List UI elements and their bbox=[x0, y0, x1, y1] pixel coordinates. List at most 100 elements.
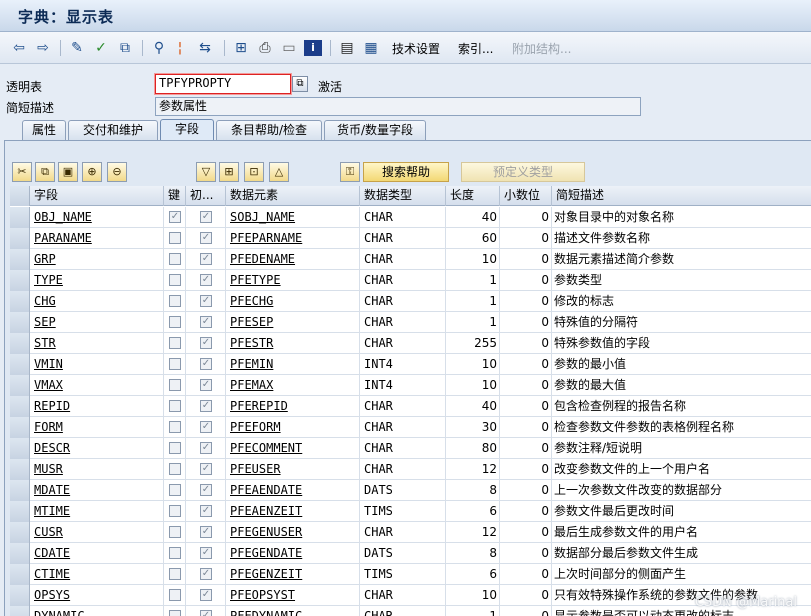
field-name-cell[interactable]: GRP bbox=[30, 249, 164, 270]
initial-value-checkbox[interactable]: ✓ bbox=[200, 379, 212, 391]
initial-value-checkbox[interactable]: ✓ bbox=[200, 547, 212, 559]
sort-icon[interactable]: △ bbox=[269, 162, 289, 182]
row-selector[interactable] bbox=[10, 480, 30, 501]
row-selector[interactable] bbox=[10, 543, 30, 564]
display-icon[interactable]: ▭ bbox=[280, 39, 298, 57]
key-checkbox[interactable] bbox=[169, 274, 181, 286]
row-selector[interactable] bbox=[10, 354, 30, 375]
field-name-cell[interactable]: FORM bbox=[30, 417, 164, 438]
row-selector[interactable] bbox=[10, 585, 30, 606]
field-name-cell[interactable]: SEP bbox=[30, 312, 164, 333]
key-checkbox[interactable] bbox=[169, 547, 181, 559]
row-selector[interactable] bbox=[10, 207, 30, 228]
table-row[interactable]: TYPE ✓ PFETYPE CHAR 1 0 参数类型 bbox=[10, 270, 811, 291]
column-header-short-description[interactable]: 简短描述 bbox=[552, 186, 811, 206]
field-name-cell[interactable]: OPSYS bbox=[30, 585, 164, 606]
filter-icon[interactable]: ▽ bbox=[196, 162, 216, 182]
technical-settings-button[interactable]: 技术设置 bbox=[392, 40, 440, 57]
initial-value-checkbox[interactable]: ✓ bbox=[200, 463, 212, 475]
key-checkbox[interactable] bbox=[169, 589, 181, 601]
row-selector[interactable] bbox=[10, 291, 30, 312]
key-checkbox[interactable] bbox=[169, 442, 181, 454]
row-selector[interactable] bbox=[10, 396, 30, 417]
initial-value-checkbox[interactable]: ✓ bbox=[200, 505, 212, 517]
column-header-key[interactable]: 键 bbox=[164, 186, 186, 206]
column-header-data-element[interactable]: 数据元素 bbox=[226, 186, 360, 206]
data-element-cell[interactable]: PFESEP bbox=[226, 312, 360, 333]
field-name-cell[interactable]: CTIME bbox=[30, 564, 164, 585]
column-header-initial[interactable]: 初... bbox=[186, 186, 226, 206]
initial-value-checkbox[interactable]: ✓ bbox=[200, 610, 212, 616]
indexes-icon[interactable]: ▤ bbox=[338, 39, 356, 57]
tab-currency-quantity-fields[interactable]: 货币/数量字段 bbox=[324, 120, 426, 140]
field-name-cell[interactable]: STR bbox=[30, 333, 164, 354]
table-row[interactable]: VMAX ✓ PFEMAX INT4 10 0 参数的最大值 bbox=[10, 375, 811, 396]
back-icon[interactable]: ⇦ bbox=[10, 39, 28, 57]
table-row[interactable]: OPSYS ✓ PFEOPSYST CHAR 10 0 只有效特殊操作系统的参数文件的参数 bbox=[10, 585, 811, 606]
row-selector[interactable] bbox=[10, 606, 30, 616]
table-row[interactable]: CHG ✓ PFECHG CHAR 1 0 修改的标志 bbox=[10, 291, 811, 312]
data-element-cell[interactable]: PFEDYNAMIC bbox=[226, 606, 360, 616]
hierarchy-icon[interactable]: ⊞ bbox=[232, 39, 250, 57]
table-contents-icon[interactable]: ▦ bbox=[362, 39, 380, 57]
data-element-cell[interactable]: SOBJ_NAME bbox=[226, 207, 360, 228]
initial-value-checkbox[interactable]: ✓ bbox=[200, 358, 212, 370]
field-name-cell[interactable]: DYNAMIC bbox=[30, 606, 164, 616]
initial-value-checkbox[interactable]: ✓ bbox=[200, 400, 212, 412]
data-element-cell[interactable]: PFEFORM bbox=[226, 417, 360, 438]
initial-value-checkbox[interactable]: ✓ bbox=[200, 274, 212, 286]
data-element-cell[interactable]: PFEAENDATE bbox=[226, 480, 360, 501]
field-name-cell[interactable]: VMAX bbox=[30, 375, 164, 396]
key-checkbox[interactable] bbox=[169, 379, 181, 391]
field-name-cell[interactable]: TYPE bbox=[30, 270, 164, 291]
table-row[interactable]: DESCR ✓ PFECOMMENT CHAR 80 0 参数注释/短说明 bbox=[10, 438, 811, 459]
key-checkbox[interactable] bbox=[169, 358, 181, 370]
field-name-cell[interactable]: DESCR bbox=[30, 438, 164, 459]
key-icon[interactable]: ⚿ bbox=[340, 162, 360, 182]
key-checkbox[interactable]: ✓ bbox=[169, 211, 181, 223]
data-element-cell[interactable]: PFEOPSYST bbox=[226, 585, 360, 606]
field-name-cell[interactable]: CUSR bbox=[30, 522, 164, 543]
activate-icon[interactable]: ⧉ bbox=[116, 39, 134, 57]
insert-structure-icon[interactable]: ⊞ bbox=[219, 162, 239, 182]
column-header-data-type[interactable]: 数据类型 bbox=[360, 186, 446, 206]
data-element-cell[interactable]: PFEDENAME bbox=[226, 249, 360, 270]
data-element-cell[interactable]: PFECOMMENT bbox=[226, 438, 360, 459]
initial-value-checkbox[interactable]: ✓ bbox=[200, 253, 212, 265]
info-icon[interactable]: i bbox=[304, 40, 322, 56]
field-name-cell[interactable]: PARANAME bbox=[30, 228, 164, 249]
cut-icon[interactable]: ✂ bbox=[12, 162, 32, 182]
table-row[interactable]: PARANAME ✓ PFEPARNAME CHAR 60 0 描述文件参数名称 bbox=[10, 228, 811, 249]
position-icon[interactable]: ¦ bbox=[174, 39, 186, 57]
key-checkbox[interactable] bbox=[169, 232, 181, 244]
data-element-cell[interactable]: PFEGENUSER bbox=[226, 522, 360, 543]
row-selector[interactable] bbox=[10, 312, 30, 333]
key-checkbox[interactable] bbox=[169, 421, 181, 433]
table-row[interactable]: FORM ✓ PFEFORM CHAR 30 0 检查参数文件参数的表格例程名称 bbox=[10, 417, 811, 438]
initial-value-checkbox[interactable]: ✓ bbox=[200, 421, 212, 433]
field-name-cell[interactable]: CDATE bbox=[30, 543, 164, 564]
table-row[interactable]: MUSR ✓ PFEUSER CHAR 12 0 改变参数文件的上一个用户名 bbox=[10, 459, 811, 480]
row-selector[interactable] bbox=[10, 522, 30, 543]
table-row[interactable]: OBJ_NAME ✓ ✓ SOBJ_NAME CHAR 40 0 对象目录中的对象名称 bbox=[10, 207, 811, 228]
row-selector[interactable] bbox=[10, 375, 30, 396]
copy-row-icon[interactable]: ⧉ bbox=[35, 162, 55, 182]
initial-value-checkbox[interactable]: ✓ bbox=[200, 232, 212, 244]
row-selector[interactable] bbox=[10, 501, 30, 522]
row-selector[interactable] bbox=[10, 564, 30, 585]
table-row[interactable]: CUSR ✓ PFEGENUSER CHAR 12 0 最后生成参数文件的用户名 bbox=[10, 522, 811, 543]
row-selector[interactable] bbox=[10, 417, 30, 438]
initial-value-checkbox[interactable]: ✓ bbox=[200, 589, 212, 601]
row-selector[interactable] bbox=[10, 459, 30, 480]
initial-value-checkbox[interactable]: ✓ bbox=[200, 526, 212, 538]
initial-value-checkbox[interactable]: ✓ bbox=[200, 295, 212, 307]
data-element-cell[interactable]: PFESTR bbox=[226, 333, 360, 354]
table-row[interactable]: CDATE ✓ PFEGENDATE DATS 8 0 数据部分最后参数文件生成 bbox=[10, 543, 811, 564]
data-element-cell[interactable]: PFEUSER bbox=[226, 459, 360, 480]
data-element-cell[interactable]: PFEGENDATE bbox=[226, 543, 360, 564]
data-element-cell[interactable]: PFEAENZEIT bbox=[226, 501, 360, 522]
field-name-cell[interactable]: MDATE bbox=[30, 480, 164, 501]
field-name-cell[interactable]: CHG bbox=[30, 291, 164, 312]
insert-row-icon[interactable]: ⊕ bbox=[82, 162, 102, 182]
select-all-cell[interactable] bbox=[10, 186, 30, 206]
